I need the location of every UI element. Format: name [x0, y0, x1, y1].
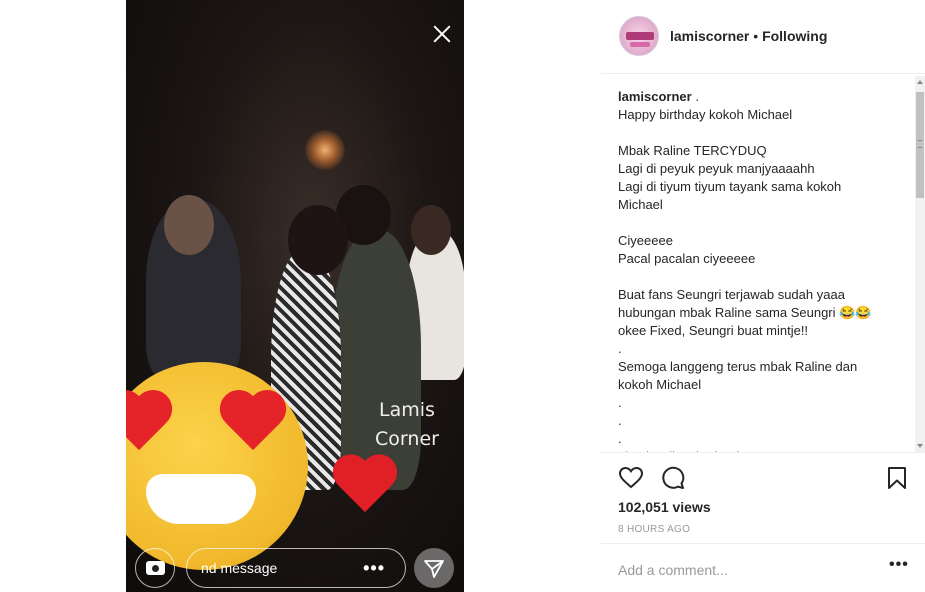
- post-caption: lamiscorner . Happy birthday kokoh Micha…: [618, 88, 908, 452]
- caption-line: .: [618, 431, 622, 446]
- message-placeholder: nd message: [201, 560, 278, 576]
- caption-line: Semoga langgeng terus mbak Raline dan: [618, 359, 858, 374]
- caption-line: .: [618, 341, 622, 356]
- caption-line: Buat fans Seungri terjawab sudah yaaa: [618, 287, 845, 302]
- caption-username[interactable]: lamiscorner: [618, 89, 692, 104]
- heart-icon: [618, 466, 644, 489]
- caption-line: hubungan mbak Raline sama Seungri 😂😂: [618, 305, 872, 320]
- heart-eyes-emoji-sticker: [126, 362, 308, 570]
- caption-line: Ciyeeeee: [618, 233, 673, 248]
- post-header: lamiscorner • Following: [601, 0, 925, 74]
- post-details-panel: lamiscorner • Following lamiscorner . Ha…: [601, 0, 925, 592]
- background-lamp: [305, 130, 345, 170]
- video-player[interactable]: Lamis Corner nd message •••: [126, 0, 464, 592]
- avatar-logo: [626, 32, 654, 40]
- send-icon: [424, 560, 444, 578]
- following-button[interactable]: Following: [762, 28, 827, 44]
- add-comment-input[interactable]: Add a comment...: [618, 562, 728, 578]
- instagram-post-view: Lamis Corner nd message ••• lamiscorner …: [0, 0, 925, 592]
- red-heart-sticker: [332, 456, 398, 522]
- post-timestamp[interactable]: 8 HOURS AGO: [618, 524, 690, 535]
- caption-line: [618, 214, 908, 232]
- add-comment-section: Add a comment... •••: [601, 543, 925, 592]
- caption-line: .: [618, 395, 622, 410]
- bg-person-head: [164, 195, 214, 255]
- caption-body: Happy birthday kokoh Michael Mbak Raline …: [618, 106, 908, 452]
- username-link[interactable]: lamiscorner: [670, 28, 749, 44]
- caption-line: Mbak Raline TERCYDUQ: [618, 143, 767, 158]
- caption-scrollbar[interactable]: [915, 76, 925, 452]
- caption-line: kokoh Michael: [618, 377, 702, 392]
- caption-line: .: [618, 413, 622, 428]
- comment-button[interactable]: [660, 465, 686, 491]
- scroll-thumb[interactable]: [916, 92, 924, 198]
- hugging-woman-head: [288, 205, 348, 275]
- heart-eye-right: [218, 392, 288, 462]
- caption-line: Lagi di peyuk peyuk manjyaaaahh: [618, 161, 815, 176]
- avatar-logo-sub: [630, 42, 650, 47]
- watermark-line1: Lamis: [379, 399, 435, 421]
- caption-line: [618, 124, 908, 142]
- more-options-button[interactable]: •••: [889, 556, 909, 574]
- scroll-down-arrow[interactable]: [917, 444, 923, 448]
- header-line: lamiscorner • Following: [670, 28, 827, 44]
- caption-author-line: lamiscorner .: [618, 88, 908, 106]
- save-button[interactable]: [884, 465, 910, 491]
- caption-author-suffix: .: [695, 89, 699, 104]
- send-button[interactable]: [414, 548, 454, 588]
- camera-button[interactable]: [135, 548, 175, 588]
- like-button[interactable]: [618, 465, 644, 491]
- bg-person-head: [411, 205, 451, 255]
- post-actions: 102,051 views 8 HOURS AGO Add a comment.…: [601, 452, 925, 592]
- caption-line: Michael: [618, 197, 663, 212]
- separator-dot: •: [753, 28, 759, 44]
- avatar[interactable]: [619, 16, 659, 56]
- caption-line: Happy birthday kokoh Michael: [618, 107, 793, 122]
- scroll-up-arrow[interactable]: [917, 80, 923, 84]
- views-count[interactable]: 102,051 views: [618, 499, 711, 515]
- emoji-mouth: [146, 474, 256, 524]
- watermark: Lamis Corner: [362, 396, 452, 454]
- caption-line: [618, 268, 908, 286]
- send-message-input[interactable]: nd message •••: [186, 548, 406, 588]
- more-options-button[interactable]: •••: [363, 549, 385, 587]
- caption-line: Pacal pacalan ciyeeeee: [618, 251, 756, 266]
- comment-icon: [662, 466, 685, 489]
- camera-icon: [146, 561, 165, 575]
- caption-line: Lagi di tiyum tiyum tayank sama kokoh: [618, 179, 842, 194]
- story-reply-bar: nd message •••: [126, 546, 464, 592]
- caption-line: okee Fixed, Seungri buat mintje!!: [618, 323, 809, 338]
- bookmark-icon: [888, 467, 906, 489]
- heart-eye-left: [126, 392, 174, 462]
- close-icon[interactable]: [432, 24, 452, 44]
- watermark-line2: Corner: [375, 428, 439, 450]
